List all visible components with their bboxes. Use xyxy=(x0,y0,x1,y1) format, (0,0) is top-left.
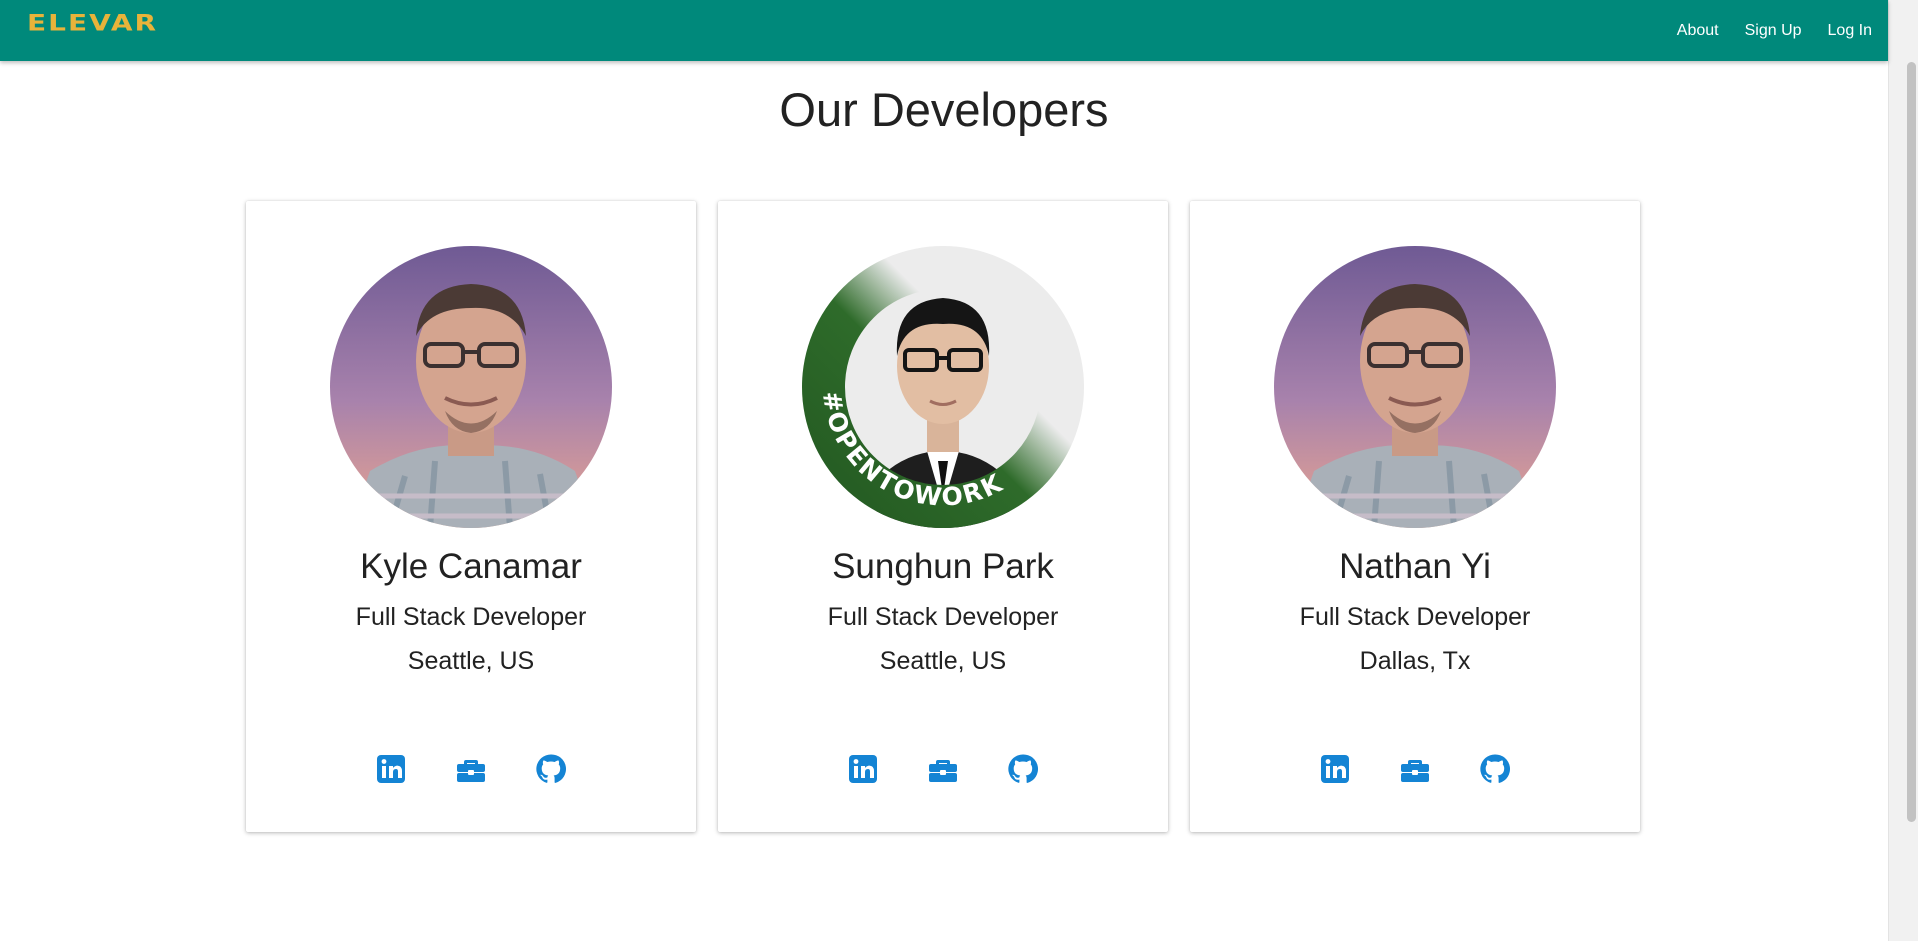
avatar xyxy=(1274,246,1556,528)
developer-location: Dallas, Tx xyxy=(1359,647,1471,675)
scrollbar-thumb[interactable] xyxy=(1907,62,1916,822)
linkedin-icon[interactable] xyxy=(1319,753,1351,785)
briefcase-icon[interactable] xyxy=(927,753,959,785)
developer-role: Full Stack Developer xyxy=(827,603,1059,631)
profile-photo xyxy=(1274,246,1556,528)
developer-name: Nathan Yi xyxy=(1339,547,1491,586)
avatar xyxy=(330,246,612,528)
developer-location: Seattle, US xyxy=(407,647,535,675)
profile-photo-opentowork: #OPENTOWORK xyxy=(802,246,1084,528)
github-icon[interactable] xyxy=(535,753,567,785)
github-icon[interactable] xyxy=(1479,753,1511,785)
developer-location: Seattle, US xyxy=(879,647,1007,675)
app-bar: ELEVAR About Sign Up Log In xyxy=(0,0,1888,61)
linkedin-icon[interactable] xyxy=(375,753,407,785)
briefcase-icon[interactable] xyxy=(1399,753,1431,785)
developer-name: Sunghun Park xyxy=(832,547,1054,586)
briefcase-icon[interactable] xyxy=(455,753,487,785)
nav-log-in-link[interactable]: Log In xyxy=(1815,22,1888,40)
nav-about-link[interactable]: About xyxy=(1664,22,1732,40)
developer-card: #OPENTOWORK Sunghun Park Full Stack Deve… xyxy=(718,201,1168,832)
social-links xyxy=(718,753,1168,785)
developer-card: Nathan Yi Full Stack Developer Dallas, T… xyxy=(1190,201,1640,832)
social-links xyxy=(246,753,696,785)
nav-menu: About Sign Up Log In xyxy=(1664,0,1888,61)
developer-role: Full Stack Developer xyxy=(1299,603,1531,631)
nav-sign-up-link[interactable]: Sign Up xyxy=(1732,22,1815,40)
profile-photo xyxy=(330,246,612,528)
developer-name: Kyle Canamar xyxy=(360,547,582,586)
linkedin-icon[interactable] xyxy=(847,753,879,785)
avatar: #OPENTOWORK xyxy=(802,246,1084,528)
page-title: Our Developers xyxy=(779,83,1109,136)
github-icon[interactable] xyxy=(1007,753,1039,785)
developer-card: Kyle Canamar Full Stack Developer Seattl… xyxy=(246,201,696,832)
social-links xyxy=(1190,753,1640,785)
logo[interactable]: ELEVAR xyxy=(27,10,158,36)
developer-role: Full Stack Developer xyxy=(355,603,587,631)
developer-cards: Kyle Canamar Full Stack Developer Seattl… xyxy=(246,201,1640,832)
